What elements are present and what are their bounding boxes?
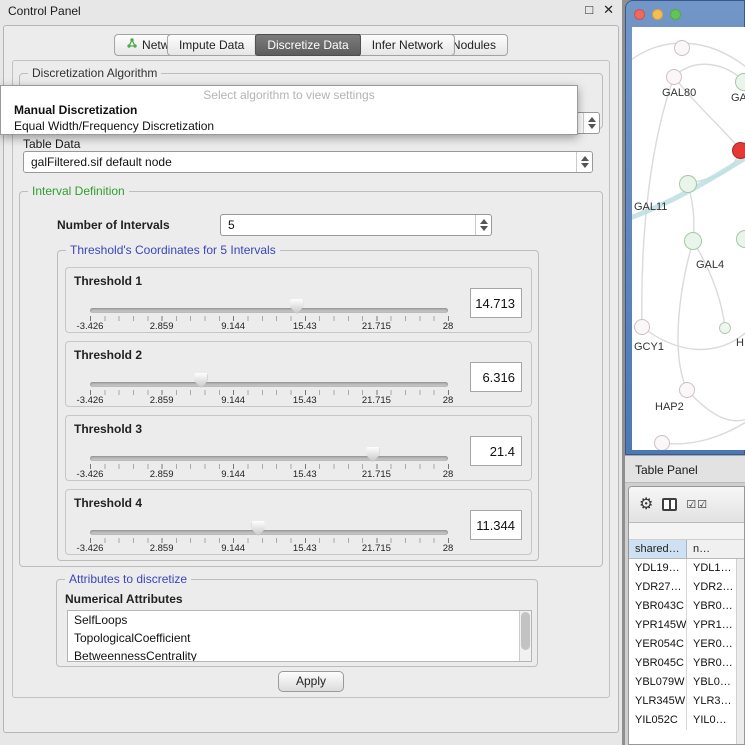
network-node-label: GCY1 — [634, 341, 664, 353]
table-cell[interactable]: YDL19… — [629, 559, 687, 578]
algorithm-dropdown: Select algorithm to view settings Manual… — [0, 85, 578, 135]
network-node-label: GAL80 — [662, 87, 696, 99]
table-cell[interactable]: YPR145W — [629, 616, 687, 635]
network-node[interactable] — [679, 382, 695, 398]
stepper-icon — [576, 152, 592, 172]
table-row[interactable]: YDL19…YDL1… — [629, 559, 744, 578]
algorithm-option-equal-width-frequency[interactable]: Equal Width/Frequency Discretization — [1, 118, 577, 134]
table-cell[interactable]: YBL079W — [629, 673, 687, 692]
minimize-button[interactable] — [652, 9, 663, 20]
control-panel-titlebar: Control Panel □ ✕ — [0, 0, 622, 22]
network-node[interactable] — [654, 435, 670, 450]
table-row[interactable]: YBR045CYBR0… — [629, 654, 744, 673]
discretization-algorithm-group-title: Discretization Algorithm — [28, 66, 161, 80]
network-node[interactable] — [732, 142, 745, 159]
bottom-tab-bar: Impute Data Discretize Data Infer Networ… — [167, 34, 455, 726]
tab-label: Impute Data — [179, 35, 244, 55]
table-panel-title: Table Panel — [635, 463, 698, 477]
network-node[interactable] — [684, 232, 702, 250]
network-canvas[interactable]: GAL80 GA… GAL11 GAL4 GCY1 H… HAP2 — [632, 27, 745, 450]
numerical-attributes-label: Numerical Attributes — [65, 592, 183, 606]
select-columns-checkboxes-icon[interactable]: ☑☑ — [686, 498, 708, 511]
stepper-icon — [475, 215, 491, 235]
table-body: YDL19…YDL1…YDR27…YDR2…YBR043CYBR0…YPR145… — [629, 559, 744, 745]
network-node[interactable] — [666, 69, 682, 85]
network-view-window: GAL80 GA… GAL11 GAL4 GCY1 H… HAP2 — [625, 0, 745, 455]
columns-icon[interactable] — [662, 498, 677, 511]
network-node-label: GAL11 — [634, 201, 667, 213]
network-node[interactable] — [679, 175, 697, 193]
gear-icon[interactable]: ⚙ — [639, 497, 653, 513]
scale-label: -3.426 — [77, 543, 104, 554]
table-cell[interactable]: YER054C — [629, 635, 687, 654]
table-cell[interactable]: YBR045C — [629, 654, 687, 673]
scale-label: -3.426 — [77, 321, 104, 332]
network-node[interactable] — [634, 319, 650, 335]
tab-label: Discretize Data — [267, 35, 348, 55]
close-button[interactable] — [634, 9, 645, 20]
control-panel-title: Control Panel — [8, 4, 81, 18]
table-row[interactable]: YBL079WYBL0… — [629, 673, 744, 692]
table-panel-strip: Table Panel — [625, 455, 745, 483]
float-window-button[interactable]: □ — [585, 2, 593, 18]
network-node-label: GA… — [731, 92, 745, 104]
table-row[interactable]: YER054CYER0… — [629, 635, 744, 654]
table-spacer — [629, 523, 744, 539]
table-cell[interactable]: YDR27… — [629, 578, 687, 597]
table-row[interactable]: YBR043CYBR0… — [629, 597, 744, 616]
screen: Control Panel □ ✕ Network Style Select C… — [0, 0, 745, 745]
threshold-value-field[interactable] — [470, 362, 522, 392]
network-node-label: H… — [736, 337, 745, 349]
tab-label: Infer Network — [372, 35, 443, 55]
stepper-icon — [583, 113, 599, 133]
table-row[interactable]: YDR27…YDR2… — [629, 578, 744, 597]
column-header-shared-name[interactable]: shared… — [629, 540, 687, 558]
interval-definition-group-title: Interval Definition — [28, 184, 129, 198]
table-row[interactable]: YIL052CYIL0… — [629, 711, 744, 730]
column-header-name[interactable]: n… — [687, 540, 744, 558]
list-scrollbar[interactable] — [519, 611, 531, 661]
close-panel-button[interactable]: ✕ — [603, 2, 614, 18]
table-cell[interactable]: YLR345W — [629, 692, 687, 711]
scale-label: -3.426 — [77, 395, 104, 406]
network-tab-icon — [126, 35, 138, 55]
threshold-value-field[interactable] — [470, 436, 522, 466]
table-panel-area: ⚙ ☑☑ shared… n… YDL19…YDL1…YDR27…YDR2…YB… — [625, 483, 745, 745]
threshold-value-field[interactable] — [470, 510, 522, 540]
threshold-value-field[interactable] — [470, 288, 522, 318]
table-header: shared… n… — [629, 539, 744, 559]
table-window: ⚙ ☑☑ shared… n… YDL19…YDL1…YDR27…YDR2…YB… — [628, 486, 745, 745]
table-cell[interactable]: YBR043C — [629, 597, 687, 616]
tab-infer-network[interactable]: Infer Network — [360, 34, 455, 56]
network-node-label: GAL4 — [696, 259, 724, 271]
table-scrollbar[interactable] — [736, 559, 744, 745]
algorithm-dropdown-placeholder: Select algorithm to view settings — [1, 86, 577, 102]
network-node-label: HAP2 — [655, 401, 684, 413]
tab-discretize-data[interactable]: Discretize Data — [255, 34, 360, 56]
tab-impute-data[interactable]: Impute Data — [167, 34, 256, 56]
number-of-intervals-label: Number of Intervals — [57, 218, 170, 232]
table-row[interactable]: YPR145WYPR1… — [629, 616, 744, 635]
control-panel: Control Panel □ ✕ Network Style Select C… — [0, 0, 622, 745]
table-toolbar: ⚙ ☑☑ — [629, 487, 744, 523]
zoom-button[interactable] — [670, 9, 681, 20]
scale-label: -3.426 — [77, 469, 104, 480]
window-controls — [634, 9, 681, 20]
table-cell[interactable]: YIL052C — [629, 711, 687, 730]
algorithm-option-manual-discretization[interactable]: Manual Discretization — [1, 102, 577, 118]
scrollbar-thumb[interactable] — [521, 612, 530, 650]
table-data-label: Table Data — [23, 137, 80, 151]
network-node[interactable] — [674, 40, 690, 56]
network-node[interactable] — [719, 322, 731, 334]
table-row[interactable]: YLR345WYLR3… — [629, 692, 744, 711]
